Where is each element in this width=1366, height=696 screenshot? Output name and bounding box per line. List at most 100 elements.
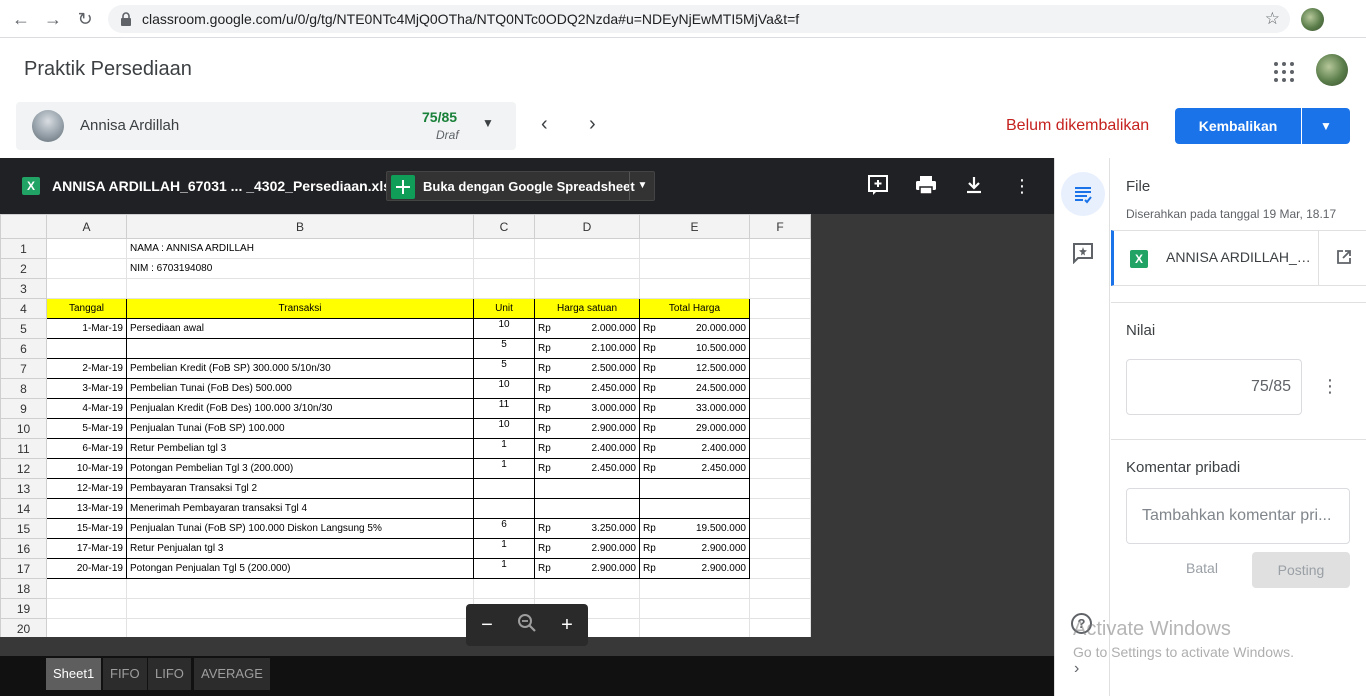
amount-value: 2.400.000 xyxy=(701,443,747,454)
attachment-row[interactable]: X ANNISA ARDILLAH_6... xyxy=(1111,230,1366,286)
zoom-in-icon[interactable]: + xyxy=(555,613,579,637)
return-button[interactable]: Kembalikan xyxy=(1175,108,1301,144)
files-tab[interactable] xyxy=(1061,172,1105,216)
cell xyxy=(749,498,811,519)
caret-down-icon[interactable]: ▼ xyxy=(482,116,494,130)
cell xyxy=(534,258,640,279)
total-price-cell: Rp 29.000.000 xyxy=(639,418,750,439)
row-number: 16 xyxy=(0,538,47,559)
reload-icon[interactable]: ↻ xyxy=(74,8,96,30)
column-header: C xyxy=(473,214,535,239)
profile-avatar[interactable] xyxy=(1301,8,1324,31)
student-name: Annisa Ardillah xyxy=(80,117,180,134)
previous-student-icon[interactable]: ‹ xyxy=(541,113,548,136)
sheet-tab-lifo[interactable]: LIFO xyxy=(148,658,191,690)
file-viewer: X ANNISA ARDILLAH_67031 ... _4302_Persed… xyxy=(0,158,1054,696)
column-header: E xyxy=(639,214,750,239)
sheet-tab-fifo[interactable]: FIFO xyxy=(103,658,147,690)
zoom-reset-icon[interactable] xyxy=(515,613,539,637)
sheet-tab-average[interactable]: AVERAGE xyxy=(194,658,270,690)
total-price-cell xyxy=(639,478,750,499)
zoom-out-icon[interactable]: − xyxy=(475,613,499,637)
cell xyxy=(534,578,640,599)
currency-label: Rp xyxy=(538,543,551,554)
total-price-cell: Rp 20.000.000 xyxy=(639,318,750,339)
unit-price-cell xyxy=(534,478,640,499)
return-dropdown-button[interactable]: ▼ xyxy=(1302,108,1350,144)
currency-label: Rp xyxy=(538,443,551,454)
address-bar[interactable]: classroom.google.com/u/0/g/tg/NTE0NTc4Mj… xyxy=(108,5,1290,33)
cell xyxy=(749,378,811,399)
spreadsheet-grid: A B C D E F 1 NAMA : ANNISA ARDILLAH 2 NIM : 6703… xyxy=(0,214,811,637)
date-cell: 3-Mar-19 xyxy=(46,378,127,399)
total-price-cell: Rp 24.500.000 xyxy=(639,378,750,399)
cell xyxy=(749,238,811,259)
forward-icon[interactable]: → xyxy=(42,8,64,30)
table-row: 15 15-Mar-19 Penjualan Tunai (FoB SP) 100.… xyxy=(0,518,811,539)
open-with-sheets-button[interactable]: Buka dengan Google Spreadsheet ▼ xyxy=(386,171,655,201)
unit-cell xyxy=(473,498,535,519)
column-header: B xyxy=(126,214,474,239)
amount-value: 2.900.000 xyxy=(701,563,747,574)
row-number: 4 xyxy=(0,298,47,319)
open-in-new-icon[interactable] xyxy=(1318,231,1366,285)
table-row: 11 6-Mar-19 Retur Pembelian tgl 3 1 Rp 2.400.… xyxy=(0,438,811,459)
row-number: 5 xyxy=(0,318,47,339)
print-icon[interactable] xyxy=(914,174,938,198)
cell xyxy=(749,298,811,319)
corner-cell xyxy=(0,214,47,239)
total-price-cell: Rp 2.400.000 xyxy=(639,438,750,459)
table-header-cell: Total Harga xyxy=(639,298,750,319)
cell xyxy=(46,598,127,619)
amount-value: 24.500.000 xyxy=(695,383,746,394)
currency-label: Rp xyxy=(538,563,551,574)
amount-value: 10.500.000 xyxy=(695,343,746,354)
cell xyxy=(126,278,474,299)
row-number: 6 xyxy=(0,338,47,359)
next-student-icon[interactable]: › xyxy=(589,113,596,136)
unit-price-cell: Rp 2.900.000 xyxy=(534,418,640,439)
total-price-cell xyxy=(639,498,750,519)
cell xyxy=(749,598,811,619)
unit-cell xyxy=(473,478,535,499)
back-icon[interactable]: ← xyxy=(10,8,32,30)
currency-label: Rp xyxy=(643,343,656,354)
amount-value: 29.000.000 xyxy=(695,423,746,434)
apps-grid-icon[interactable] xyxy=(1274,62,1294,82)
more-vert-icon[interactable]: ⋮ xyxy=(1321,376,1339,396)
sheet-tab-sheet1[interactable]: Sheet1 xyxy=(46,658,102,690)
unit-cell: 5 xyxy=(473,338,535,359)
currency-label: Rp xyxy=(538,423,551,434)
add-comment-icon[interactable] xyxy=(866,174,890,198)
date-cell xyxy=(46,338,127,359)
download-icon[interactable] xyxy=(962,174,986,198)
total-price-cell: Rp 19.500.000 xyxy=(639,518,750,539)
private-comment-input[interactable]: Tambahkan komentar pri... xyxy=(1126,488,1350,544)
amount-value: 2.450.000 xyxy=(591,463,637,474)
table-row: 13 12-Mar-19 Pembayaran Transaksi Tgl 2 xyxy=(0,478,811,499)
post-button[interactable]: Posting xyxy=(1252,552,1350,588)
grade-input[interactable]: 75/85 xyxy=(1126,359,1302,415)
comments-tab[interactable] xyxy=(1072,242,1094,269)
transaction-cell: Menerimah Pembayaran transaksi Tgl 4 xyxy=(126,498,474,519)
date-cell: 12-Mar-19 xyxy=(46,478,127,499)
grade-section-title: Nilai xyxy=(1126,322,1156,339)
transaction-cell: Pembelian Kredit (FoB SP) 300.000 5/10n/… xyxy=(126,358,474,379)
lock-icon xyxy=(121,12,131,26)
date-cell: 1-Mar-19 xyxy=(46,318,127,339)
cancel-button[interactable]: Batal xyxy=(1170,560,1234,582)
more-vert-icon[interactable]: ⋮ xyxy=(1010,174,1034,198)
amount-value: 2.450.000 xyxy=(701,463,747,474)
table-row: 5 1-Mar-19 Persediaan awal 10 Rp 2.000.000 Rp 2… xyxy=(0,318,811,339)
date-cell: 17-Mar-19 xyxy=(46,538,127,559)
open-with-dropdown-icon[interactable]: ▼ xyxy=(629,172,655,200)
account-avatar[interactable] xyxy=(1316,54,1348,86)
attachment-name[interactable]: ANNISA ARDILLAH_6... xyxy=(1166,249,1316,265)
cell xyxy=(126,598,474,619)
chevron-right-icon[interactable]: › xyxy=(1074,660,1079,678)
row-number: 7 xyxy=(0,358,47,379)
student-selector[interactable]: Annisa Ardillah 75/85 Draf ▼ xyxy=(16,102,516,150)
cell xyxy=(749,478,811,499)
table-row: 17 20-Mar-19 Potongan Penjualan Tgl 5 (200… xyxy=(0,558,811,579)
star-icon[interactable]: ☆ xyxy=(1265,9,1280,29)
